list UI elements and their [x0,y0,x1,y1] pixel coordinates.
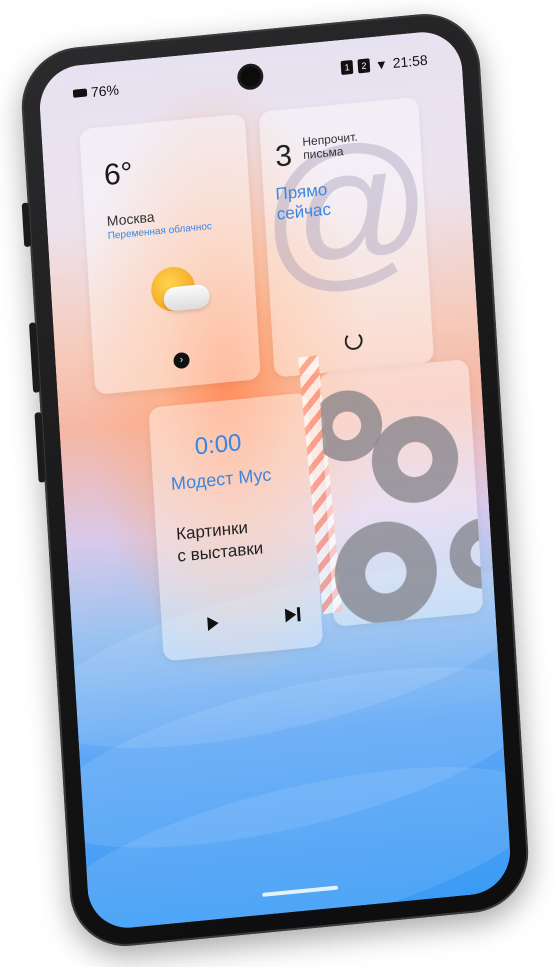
battery-icon [72,88,88,98]
sim-2-icon: 2 [357,58,371,74]
track-title: Картинки с выставки [175,515,264,567]
weather-widget[interactable]: 6° Москва Переменная облачнос › [79,113,261,395]
artist-name: Модест Мус [170,464,272,494]
refresh-icon[interactable] [344,331,364,351]
settings-widget[interactable] [318,359,484,627]
battery-percent: 76% [90,81,120,101]
sim-1-icon: 1 [340,59,354,76]
cloud-icon [163,283,211,312]
status-bar: 76% 1 2 ▼ 21:58 [72,51,429,108]
home-screen: 76% 1 2 ▼ 21:58 6° Москва Переменная обл… [37,28,513,932]
chevron-right-circle-icon[interactable]: › [173,351,190,370]
playback-time: 0:00 [194,429,243,461]
gear-icon [318,501,455,627]
wifi-icon: ▼ [374,56,389,73]
unread-mail-label: Непрочит. письма [302,130,359,162]
phone-device: 76% 1 2 ▼ 21:58 6° Москва Переменная обл… [18,8,532,952]
clock: 21:58 [392,51,429,72]
play-icon[interactable] [207,615,220,632]
status-right: 1 2 ▼ 21:58 [340,51,429,76]
unread-mail-count: 3 [274,139,293,174]
weather-city: Москва [106,208,155,230]
mail-status: Прямо сейчас [275,180,331,225]
status-left: 76% [72,81,120,101]
mail-widget[interactable]: @ 3 Непрочит. письма Прямо сейчас [258,96,435,378]
scene: 76% 1 2 ▼ 21:58 6° Москва Переменная обл… [0,0,554,967]
weather-temperature: 6° [103,156,134,193]
music-widget[interactable]: 0:00 Модест Мус Картинки с выставки [148,392,324,662]
skip-next-icon[interactable] [285,606,304,624]
